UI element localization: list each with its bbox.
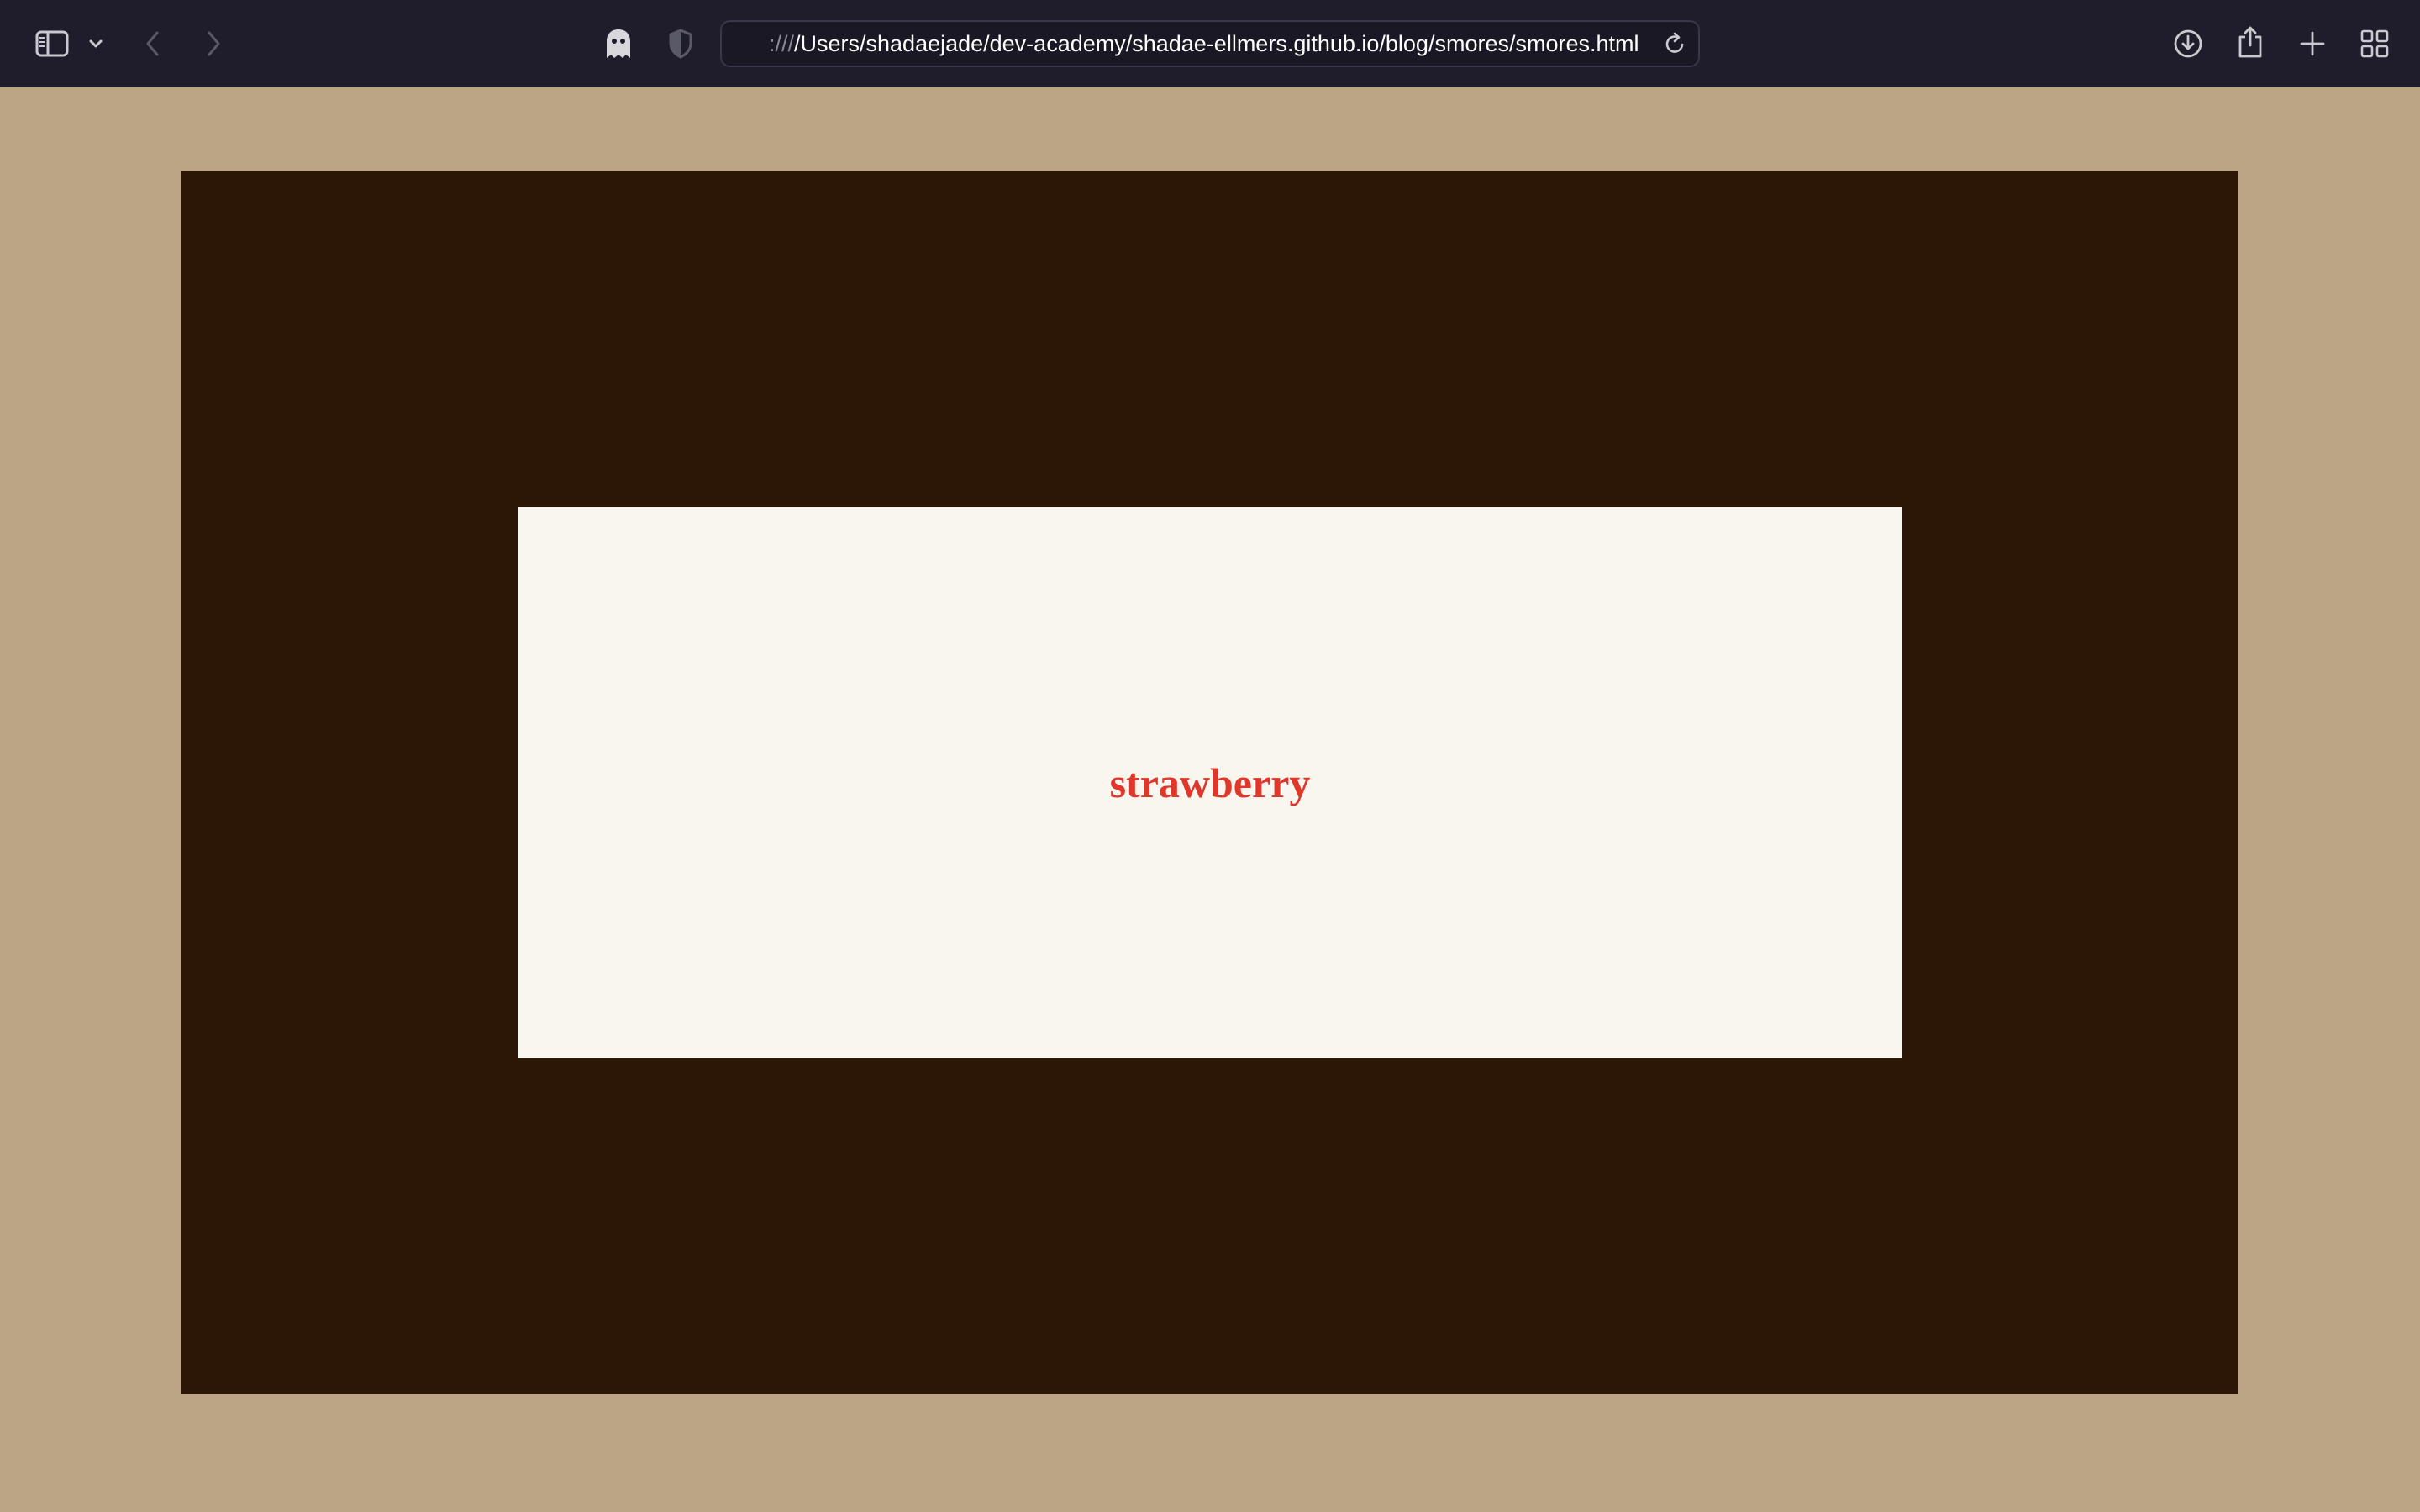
url-path: /Users/shadaejade/dev-academy/shadae-ell… <box>794 31 1639 56</box>
forward-button[interactable] <box>200 25 227 62</box>
back-button[interactable] <box>139 25 166 62</box>
content-card: strawberry <box>518 507 1902 1058</box>
shield-icon[interactable] <box>664 25 697 62</box>
browser-window: :////Users/shadaejade/dev-academy/shadae… <box>0 0 2420 1512</box>
address-bar[interactable]: :////Users/shadaejade/dev-academy/shadae… <box>720 20 1700 67</box>
url-text[interactable]: :////Users/shadaejade/dev-academy/shadae… <box>769 22 1639 66</box>
plus-icon[interactable] <box>2294 25 2331 62</box>
share-icon[interactable] <box>2232 22 2269 62</box>
grid-icon[interactable] <box>2356 25 2393 62</box>
page-content: strawberry <box>0 87 2420 1512</box>
ghost-icon[interactable] <box>600 25 637 62</box>
sidebar-icon[interactable] <box>32 25 72 62</box>
chevron-left-icon <box>146 31 159 56</box>
browser-toolbar: :////Users/shadaejade/dev-academy/shadae… <box>0 0 2420 87</box>
chevron-down-icon[interactable] <box>86 32 106 55</box>
url-scheme: :/// <box>769 31 795 56</box>
chevron-right-icon <box>208 31 220 56</box>
download-icon[interactable] <box>2170 25 2207 62</box>
reload-icon[interactable] <box>1660 29 1690 59</box>
chocolate-frame: strawberry <box>182 171 2238 1394</box>
card-text: strawberry <box>1109 759 1311 806</box>
